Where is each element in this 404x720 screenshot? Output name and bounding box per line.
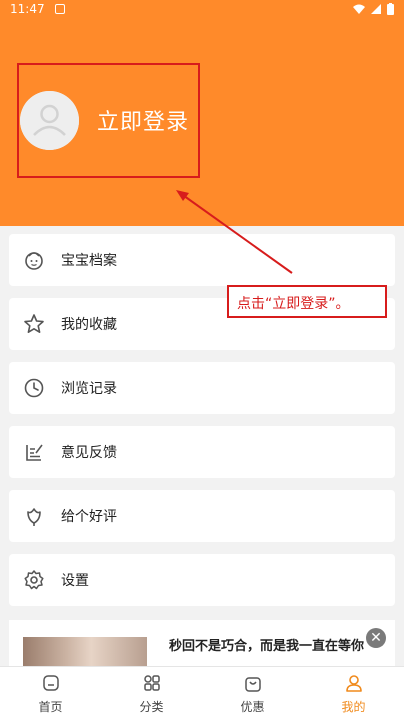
- category-icon: [142, 673, 162, 693]
- nav-label: 我的: [341, 700, 366, 714]
- menu-item-label: 意见反馈: [61, 445, 117, 461]
- wifi-icon: [353, 4, 365, 14]
- menu-item-baby-profile[interactable]: 宝宝档案: [9, 234, 395, 286]
- annotation-text: 点击“立即登录”。: [237, 296, 350, 312]
- nav-label: 首页: [38, 700, 63, 714]
- menu-item-settings[interactable]: 设置: [9, 554, 395, 606]
- status-bar: 11:47: [0, 0, 404, 20]
- menu-item-label: 宝宝档案: [61, 253, 117, 269]
- flower-icon: [23, 505, 45, 527]
- nav-item-home[interactable]: 首页: [0, 667, 101, 720]
- battery-icon: [387, 3, 394, 15]
- status-icons: [353, 3, 394, 15]
- menu-item-label: 设置: [61, 573, 89, 589]
- login-highlight-box: [17, 63, 200, 178]
- menu-item-label: 给个好评: [61, 509, 117, 525]
- nav-label: 分类: [139, 700, 164, 714]
- ad-text: 秒回不是巧合，而是我一直在等你: [169, 639, 365, 654]
- user-icon: [344, 673, 364, 693]
- home-icon: [41, 673, 61, 693]
- menu-item-label: 我的收藏: [61, 317, 117, 333]
- signal-icon: [371, 4, 381, 14]
- star-icon: [23, 313, 45, 335]
- baby-face-icon: [23, 249, 45, 271]
- annotation-callout: 点击“立即登录”。: [227, 285, 387, 318]
- menu-item-rate[interactable]: 给个好评: [9, 490, 395, 542]
- status-time: 11:47: [10, 2, 45, 16]
- profile-header: 11:47 立即登录: [0, 0, 404, 226]
- shopping-bag-icon: [243, 673, 263, 693]
- nav-item-mine[interactable]: 我的: [303, 667, 404, 720]
- menu-item-feedback[interactable]: 意见反馈: [9, 426, 395, 478]
- edit-note-icon: [23, 441, 45, 463]
- bottom-nav: 首页 分类 优惠 我的: [0, 666, 404, 720]
- nav-label: 优惠: [240, 700, 265, 714]
- gear-icon: [23, 569, 45, 591]
- nav-item-deals[interactable]: 优惠: [202, 667, 303, 720]
- nav-item-category[interactable]: 分类: [101, 667, 202, 720]
- close-icon[interactable]: ✕: [366, 628, 386, 648]
- notification-icon: [55, 4, 65, 14]
- menu-item-label: 浏览记录: [61, 381, 117, 397]
- menu-item-history[interactable]: 浏览记录: [9, 362, 395, 414]
- clock-icon: [23, 377, 45, 399]
- ad-banner[interactable]: 秒回不是巧合，而是我一直在等你: [9, 620, 395, 670]
